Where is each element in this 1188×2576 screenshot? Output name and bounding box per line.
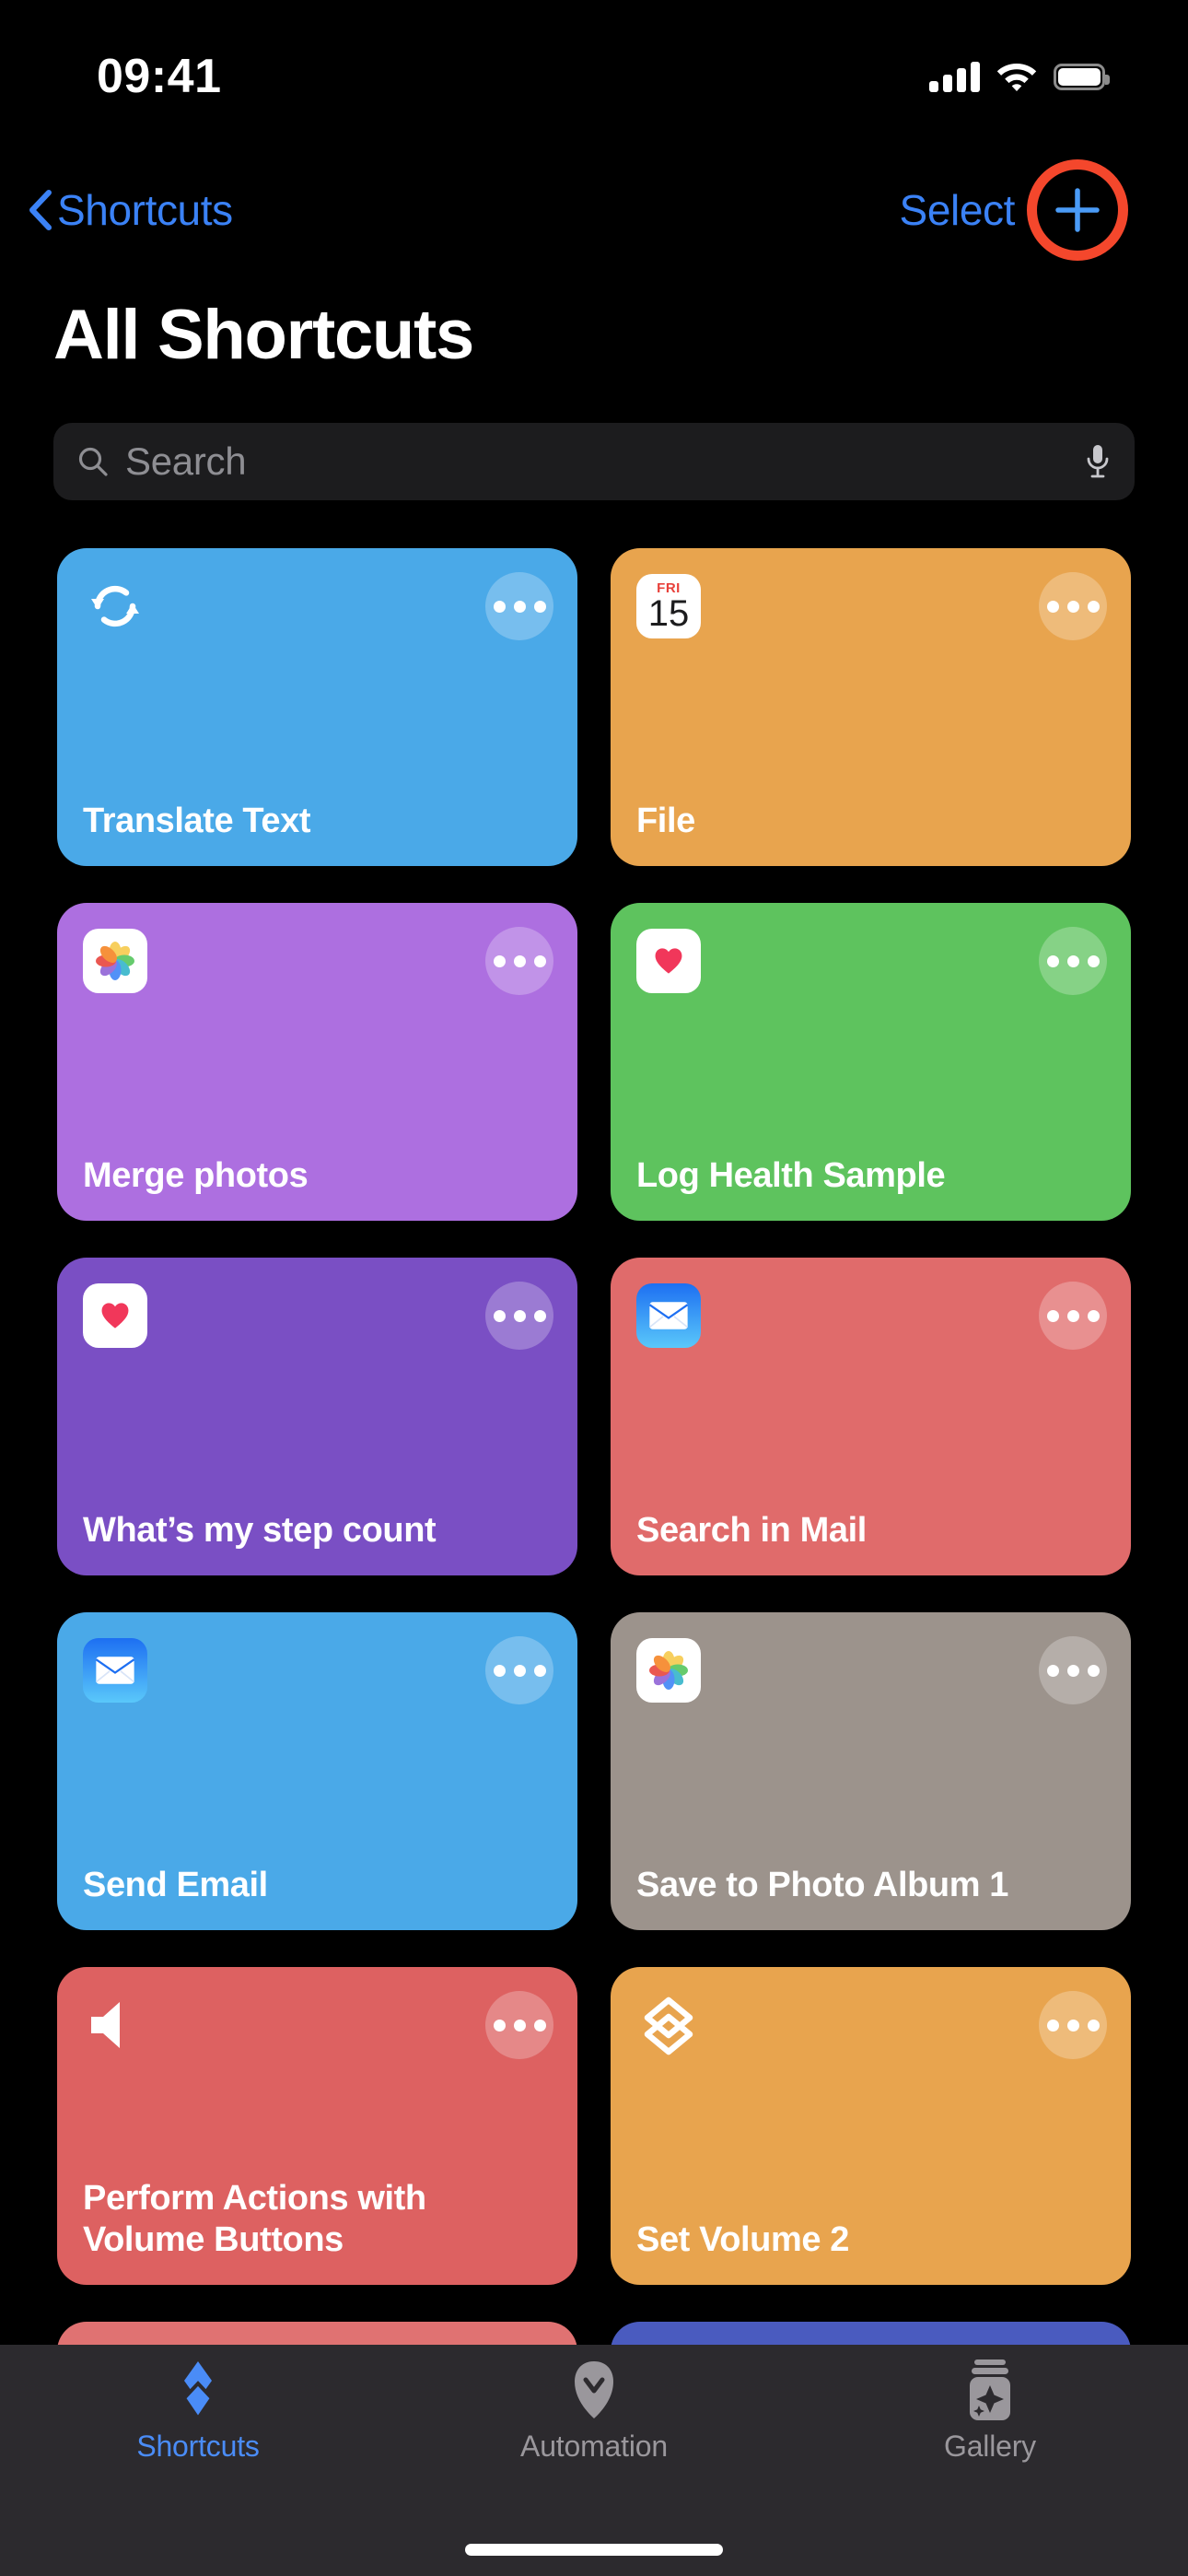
shortcut-card[interactable]: Perform Actions with Volume Buttons	[57, 1967, 577, 2285]
automation-check-icon	[560, 2356, 628, 2424]
shortcut-card[interactable]: Search in Mail	[611, 1258, 1131, 1575]
select-button[interactable]: Select	[900, 185, 1016, 235]
ellipsis-icon[interactable]	[485, 572, 553, 640]
shortcut-card-title: Save to Photo Album 1	[636, 1866, 1009, 1905]
layers-stack-icon	[636, 1993, 701, 2057]
shortcut-card[interactable]: Send Email	[57, 1612, 577, 1930]
chevron-left-icon	[29, 189, 52, 230]
mail-app-icon	[636, 1283, 701, 1348]
shortcut-card-title: Send Email	[83, 1866, 268, 1905]
navigation-bar: Shortcuts Select	[0, 158, 1188, 261]
ellipsis-icon[interactable]	[485, 1991, 553, 2059]
ellipsis-icon[interactable]	[1039, 1282, 1107, 1350]
shortcut-card-title: File	[636, 802, 695, 841]
arrows-cycle-icon	[83, 574, 147, 638]
shortcut-card[interactable]: Set Volume 2	[611, 1967, 1131, 2285]
photos-app-icon	[636, 1638, 701, 1703]
shortcut-card-title: Log Health Sample	[636, 1156, 946, 1196]
ellipsis-icon[interactable]	[1039, 927, 1107, 995]
tab-bar: Shortcuts Automation Gallery	[0, 2345, 1188, 2576]
shortcut-card-title: Search in Mail	[636, 1511, 867, 1551]
search-icon	[78, 447, 108, 476]
tab-automation[interactable]: Automation	[398, 2356, 790, 2464]
navigation-bar-actions: Select	[900, 155, 1133, 265]
page-title: All Shortcuts	[53, 296, 474, 374]
microphone-icon[interactable]	[1085, 443, 1111, 480]
shortcut-card-title: Perform Actions with Volume Buttons	[83, 2179, 426, 2260]
search-bar[interactable]	[53, 423, 1135, 500]
tab-gallery[interactable]: Gallery	[794, 2356, 1186, 2464]
ellipsis-icon[interactable]	[1039, 1991, 1107, 2059]
back-button-label: Shortcuts	[57, 185, 233, 234]
status-bar-time: 09:41	[97, 50, 222, 103]
battery-full-icon	[1054, 63, 1110, 90]
home-indicator	[465, 2544, 723, 2556]
back-button[interactable]: Shortcuts	[28, 185, 233, 235]
shortcut-card-title: Translate Text	[83, 802, 311, 841]
ellipsis-icon[interactable]	[1039, 572, 1107, 640]
wifi-icon	[996, 64, 1037, 91]
shortcut-card[interactable]: What’s my step count	[57, 1258, 577, 1575]
shortcut-card[interactable]: Translate Text	[57, 548, 577, 866]
shortcut-card[interactable]: Log Health Sample	[611, 903, 1131, 1221]
ellipsis-icon[interactable]	[485, 1282, 553, 1350]
shortcut-card-title: What’s my step count	[83, 1511, 437, 1551]
search-input[interactable]	[125, 439, 1068, 484]
health-app-icon	[83, 1283, 147, 1348]
shortcut-card-title: Merge photos	[83, 1156, 309, 1196]
shortcut-card[interactable]: Merge photos	[57, 903, 577, 1221]
ellipsis-icon[interactable]	[1039, 1636, 1107, 1704]
cellular-bars-icon	[929, 61, 980, 92]
add-shortcut-button[interactable]	[1022, 155, 1133, 265]
tab-automation-label: Automation	[520, 2430, 668, 2463]
status-bar-indicators	[929, 61, 1110, 92]
gallery-sparkle-icon	[956, 2356, 1024, 2424]
photos-app-icon	[83, 929, 147, 993]
mail-app-icon	[83, 1638, 147, 1703]
ellipsis-icon[interactable]	[485, 927, 553, 995]
tab-shortcuts-label: Shortcuts	[136, 2430, 260, 2463]
speaker-icon	[83, 1993, 147, 2057]
shortcut-card-title: Set Volume 2	[636, 2220, 850, 2260]
ellipsis-icon[interactable]	[485, 1636, 553, 1704]
shortcuts-grid: Translate Text FRI 15 File Merge photos Log H…	[57, 548, 1131, 2382]
shortcut-card[interactable]: Save to Photo Album 1	[611, 1612, 1131, 1930]
tab-shortcuts[interactable]: Shortcuts	[2, 2356, 394, 2464]
plus-icon	[1055, 187, 1100, 232]
shortcut-card[interactable]: FRI 15 File	[611, 548, 1131, 866]
calendar-app-icon: FRI 15	[636, 574, 701, 638]
tab-gallery-label: Gallery	[944, 2430, 1036, 2463]
status-bar: 09:41	[0, 0, 1188, 129]
shortcuts-layers-icon	[164, 2356, 232, 2424]
health-app-icon	[636, 929, 701, 993]
